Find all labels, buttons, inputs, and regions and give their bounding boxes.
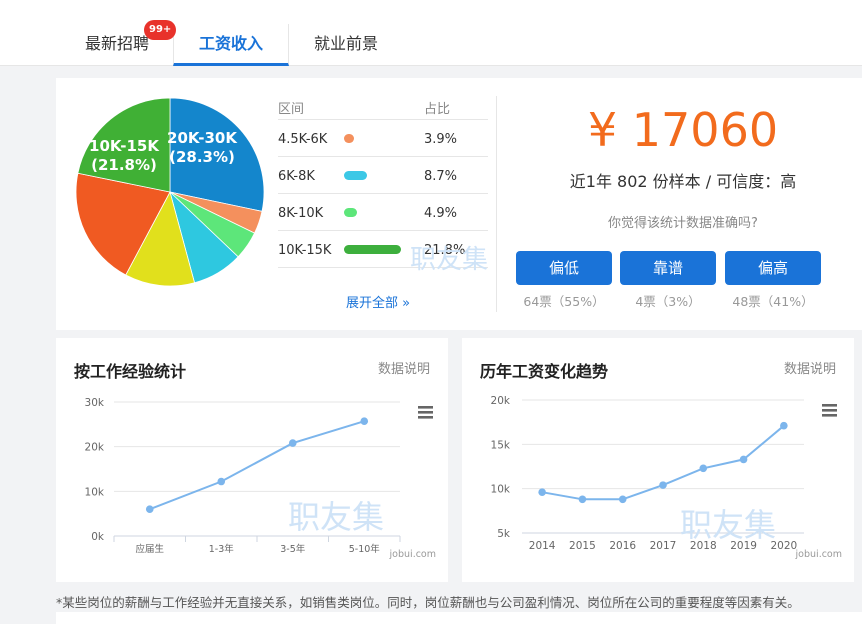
range-label: 4.5K-6K bbox=[278, 132, 328, 147]
chart-credit: jobui.com bbox=[795, 549, 842, 560]
menu-icon[interactable] bbox=[418, 406, 433, 419]
y-tick-label: 20k bbox=[491, 395, 511, 407]
y-tick-label: 0k bbox=[91, 531, 105, 543]
y-tick-label: 15k bbox=[491, 439, 511, 451]
chart-credit: jobui.com bbox=[389, 549, 436, 560]
x-tick-label: 2015 bbox=[569, 540, 596, 552]
y-tick-label: 10k bbox=[491, 484, 511, 496]
pie-slice-percent: (21.8%) bbox=[91, 156, 157, 174]
trend-title: 历年工资变化趋势 bbox=[480, 362, 609, 381]
range-ratio: 3.9% bbox=[424, 132, 458, 147]
vote-low-count: 64票（55%） bbox=[523, 294, 605, 309]
footnote: *某些岗位的薪酬与工作经验并无直接关系，如销售类岗位。同时，岗位薪酬也与公司盈利… bbox=[56, 595, 800, 610]
x-tick-label: 1-3年 bbox=[209, 543, 235, 555]
x-tick-label: 应届生 bbox=[135, 543, 164, 555]
range-label: 6K-8K bbox=[278, 169, 315, 184]
vote-accurate-count: 4票（3%） bbox=[635, 294, 701, 309]
notification-badge: 99+ bbox=[144, 20, 177, 40]
watermark-text: 职友集 bbox=[288, 498, 384, 536]
range-row: 4.5K-6K 3.9% bbox=[278, 120, 488, 157]
experience-title: 按工作经验统计 bbox=[74, 362, 187, 381]
ratio-header: 占比 bbox=[424, 102, 451, 117]
data-point[interactable] bbox=[217, 477, 226, 486]
average-salary: ¥ 17060 bbox=[587, 103, 779, 157]
data-point[interactable] bbox=[739, 455, 748, 464]
salary-summary-card: 20K-30K (28.3%) 10K-15K (21.8%) 区间 占比 4.5K-… bbox=[56, 78, 862, 330]
watermark-mid: 职友集 bbox=[410, 245, 488, 275]
range-label: 10K-15K bbox=[278, 243, 332, 258]
data-point[interactable] bbox=[618, 495, 627, 504]
x-tick-label: 2016 bbox=[609, 540, 636, 552]
experience-data-note-link[interactable]: 数据说明 bbox=[378, 358, 430, 377]
experience-chart-card: 0k 10k 20k 30k 应届生 1-3年 3-5年 5-10年 职友集 jobui.com … bbox=[56, 338, 448, 582]
range-table-header: 区间 占比 bbox=[278, 94, 488, 120]
data-point[interactable] bbox=[360, 417, 369, 426]
x-tick-label: 2017 bbox=[650, 540, 677, 552]
data-point[interactable] bbox=[288, 439, 297, 447]
y-tick-label: 20k bbox=[85, 442, 105, 454]
pie-slice-label: 20K-30K bbox=[167, 129, 238, 147]
trend-chart-card: 5k 10k 15k 20k 2014 2015 2016 2017 2018 2019 2020 职… bbox=[462, 338, 854, 582]
data-point[interactable] bbox=[699, 464, 708, 473]
watermark-text: 职友集 bbox=[410, 245, 488, 275]
expand-all-link[interactable]: 展开全部 » bbox=[346, 292, 410, 311]
pie-slice-label: 10K-15K bbox=[89, 137, 160, 155]
vote-high-button[interactable]: 偏高 bbox=[725, 251, 821, 285]
x-tick-label: 3-5年 bbox=[280, 543, 306, 555]
accuracy-question: 你觉得该统计数据准确吗? bbox=[608, 216, 758, 231]
range-label: 8K-10K bbox=[278, 206, 324, 221]
data-point[interactable] bbox=[145, 505, 154, 513]
y-tick-label: 5k bbox=[497, 528, 511, 540]
pie-slice-percent: (28.3%) bbox=[169, 148, 235, 166]
salary-pie-chart: 20K-30K (28.3%) 10K-15K (21.8%) bbox=[74, 96, 266, 288]
vertical-divider bbox=[496, 96, 497, 312]
data-point[interactable] bbox=[780, 421, 788, 430]
range-ratio: 4.9% bbox=[424, 206, 458, 221]
data-point[interactable] bbox=[538, 488, 546, 497]
y-tick-label: 30k bbox=[85, 397, 105, 409]
tab-salary[interactable]: 工资收入 bbox=[173, 24, 289, 66]
range-ratio: 8.7% bbox=[424, 169, 458, 184]
watermark-text: 职友集 bbox=[680, 506, 776, 544]
pie-svg: 20K-30K(28.3%) 10K-15K(21.8%) bbox=[75, 97, 265, 287]
data-point[interactable] bbox=[659, 481, 667, 489]
data-point[interactable] bbox=[578, 495, 587, 504]
range-bar bbox=[344, 134, 355, 143]
range-bar bbox=[344, 208, 357, 217]
range-header: 区间 bbox=[278, 102, 305, 117]
x-tick-label: 5-10年 bbox=[349, 543, 381, 555]
vote-low-button[interactable]: 偏低 bbox=[516, 251, 612, 285]
bottom-card-edge bbox=[56, 612, 862, 624]
series-line bbox=[149, 420, 365, 511]
vote-accurate-button[interactable]: 靠谱 bbox=[620, 251, 716, 285]
range-bar bbox=[344, 171, 367, 180]
sample-info: 近1年 802 份样本 / 可信度：高 bbox=[569, 172, 797, 191]
range-row: 6K-8K 8.7% bbox=[278, 157, 488, 194]
tab-bar: 最新招聘 工资收入 就业前景 99+ bbox=[0, 0, 862, 66]
range-row: 8K-10K 4.9% bbox=[278, 194, 488, 231]
y-tick-label: 10k bbox=[85, 486, 105, 498]
menu-icon[interactable] bbox=[822, 404, 837, 417]
vote-high-count: 48票（41%） bbox=[732, 294, 814, 309]
range-bar bbox=[344, 245, 401, 254]
x-tick-label: 2014 bbox=[529, 540, 556, 552]
trend-data-note-link[interactable]: 数据说明 bbox=[784, 358, 836, 377]
tab-prospects[interactable]: 就业前景 bbox=[290, 24, 402, 66]
